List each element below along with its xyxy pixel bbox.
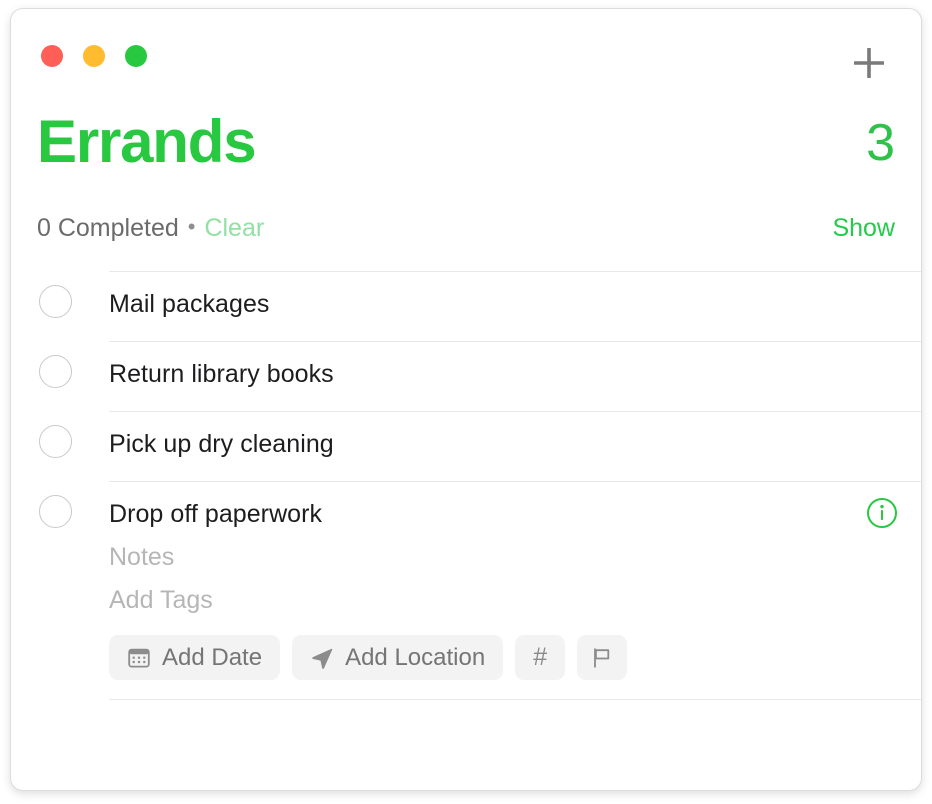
table-row[interactable]: Return library books — [11, 341, 921, 411]
reminder-body: Return library books — [109, 341, 921, 411]
app-root: Errands 3 0 Completed • Clear Show Mail … — [0, 0, 932, 804]
meta-separator: • — [187, 214, 196, 239]
reminder-title[interactable]: Drop off paperwork — [109, 482, 921, 527]
reminder-count: 3 — [866, 114, 895, 172]
reminder-title[interactable]: Mail packages — [109, 272, 921, 317]
flag-icon — [590, 646, 614, 670]
completed-count-label: 0 Completed — [37, 214, 179, 242]
navigation-icon — [310, 646, 334, 670]
reminder-checkbox[interactable] — [39, 425, 72, 458]
reminder-list: Mail packages Return library books Pick … — [11, 271, 921, 700]
list-meta-row: 0 Completed • Clear Show — [11, 210, 921, 265]
add-date-button[interactable]: Add Date — [109, 635, 281, 680]
add-location-label: Add Location — [345, 643, 486, 671]
reminder-action-row: Add Date Add Location # — [109, 635, 921, 699]
table-row[interactable]: Pick up dry cleaning — [11, 411, 921, 481]
tags-field[interactable]: Add Tags — [109, 588, 921, 613]
info-circle-icon[interactable] — [866, 497, 898, 529]
reminders-window: Errands 3 0 Completed • Clear Show Mail … — [10, 8, 922, 791]
reminder-body: Pick up dry cleaning — [109, 411, 921, 481]
list-header: Errands 3 — [11, 95, 921, 210]
reminder-checkbox[interactable] — [39, 285, 72, 318]
completed-summary: 0 Completed • Clear — [37, 214, 264, 243]
traffic-light-group — [41, 45, 147, 67]
add-date-label: Add Date — [162, 643, 263, 671]
titlebar — [11, 9, 921, 95]
show-completed-button[interactable]: Show — [832, 214, 895, 243]
add-location-button[interactable]: Add Location — [292, 635, 504, 680]
reminder-body: Drop off paperwork Notes Add Tags Add Da… — [109, 481, 921, 699]
reminder-checkbox[interactable] — [39, 495, 72, 528]
plus-icon — [852, 46, 886, 80]
reminder-title[interactable]: Pick up dry cleaning — [109, 412, 921, 457]
calendar-icon — [127, 646, 151, 670]
table-row[interactable]: Mail packages — [11, 271, 921, 341]
table-row-expanded[interactable]: Drop off paperwork Notes Add Tags Add Da… — [11, 481, 921, 699]
minimize-window-button[interactable] — [83, 45, 105, 67]
reminder-checkbox[interactable] — [39, 355, 72, 388]
close-window-button[interactable] — [41, 45, 63, 67]
add-flag-button[interactable] — [577, 635, 628, 680]
reminder-title[interactable]: Return library books — [109, 342, 921, 387]
add-tag-button[interactable]: # — [515, 635, 566, 680]
notes-field[interactable]: Notes — [109, 545, 921, 570]
page-title: Errands — [37, 108, 257, 175]
list-bottom-divider — [109, 699, 921, 700]
reminder-body: Mail packages — [109, 271, 921, 341]
add-reminder-button[interactable] — [843, 37, 895, 89]
hash-icon: # — [533, 643, 548, 671]
maximize-window-button[interactable] — [125, 45, 147, 67]
clear-completed-button[interactable]: Clear — [204, 214, 264, 243]
